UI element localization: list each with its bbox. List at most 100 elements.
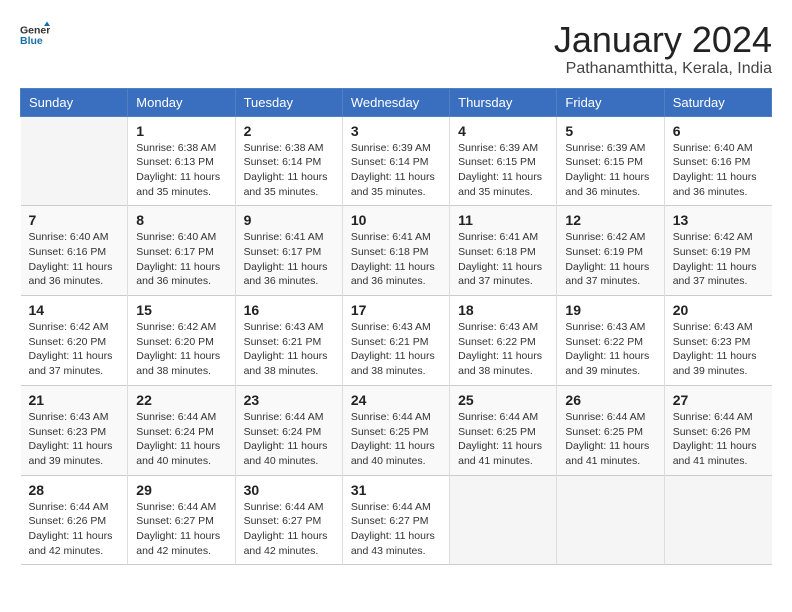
week-row-2: 7 Sunrise: 6:40 AM Sunset: 6:16 PM Daylig…	[21, 206, 772, 296]
calendar-cell: 7 Sunrise: 6:40 AM Sunset: 6:16 PM Daylig…	[21, 206, 128, 296]
day-number: 15	[136, 302, 226, 318]
day-number: 5	[565, 123, 655, 139]
day-info: Sunrise: 6:38 AM Sunset: 6:13 PM Dayligh…	[136, 141, 226, 200]
day-number: 4	[458, 123, 548, 139]
calendar-cell: 27 Sunrise: 6:44 AM Sunset: 6:26 PM Dayli…	[664, 385, 771, 475]
day-number: 25	[458, 392, 548, 408]
calendar-cell: 18 Sunrise: 6:43 AM Sunset: 6:22 PM Dayli…	[450, 296, 557, 386]
header-cell-monday: Monday	[128, 88, 235, 116]
logo-icon: General Blue	[20, 20, 50, 50]
day-number: 10	[351, 212, 441, 228]
day-number: 27	[673, 392, 764, 408]
day-number: 13	[673, 212, 764, 228]
header-cell-thursday: Thursday	[450, 88, 557, 116]
day-number: 9	[244, 212, 334, 228]
calendar-cell: 8 Sunrise: 6:40 AM Sunset: 6:17 PM Daylig…	[128, 206, 235, 296]
calendar-cell: 1Sunrise: 6:38 AM Sunset: 6:13 PM Daylig…	[128, 116, 235, 206]
day-number: 20	[673, 302, 764, 318]
day-number: 17	[351, 302, 441, 318]
day-number: 11	[458, 212, 548, 228]
day-info: Sunrise: 6:44 AM Sunset: 6:25 PM Dayligh…	[351, 410, 441, 469]
header-cell-friday: Friday	[557, 88, 664, 116]
header-cell-tuesday: Tuesday	[235, 88, 342, 116]
calendar-cell: 14 Sunrise: 6:42 AM Sunset: 6:20 PM Dayli…	[21, 296, 128, 386]
calendar-cell: 9 Sunrise: 6:41 AM Sunset: 6:17 PM Daylig…	[235, 206, 342, 296]
calendar-cell: 2 Sunrise: 6:38 AM Sunset: 6:14 PM Daylig…	[235, 116, 342, 206]
calendar-cell: 31 Sunrise: 6:44 AM Sunset: 6:27 PM Dayli…	[342, 475, 449, 565]
day-info: Sunrise: 6:43 AM Sunset: 6:23 PM Dayligh…	[673, 320, 764, 379]
day-info: Sunrise: 6:39 AM Sunset: 6:15 PM Dayligh…	[458, 141, 548, 200]
day-number: 2	[244, 123, 334, 139]
calendar-cell: 24 Sunrise: 6:44 AM Sunset: 6:25 PM Dayli…	[342, 385, 449, 475]
calendar-cell: 30Sunrise: 6:44 AM Sunset: 6:27 PM Dayli…	[235, 475, 342, 565]
day-number: 26	[565, 392, 655, 408]
day-info: Sunrise: 6:40 AM Sunset: 6:16 PM Dayligh…	[29, 230, 120, 289]
day-number: 14	[29, 302, 120, 318]
logo: General Blue	[20, 20, 50, 50]
day-info: Sunrise: 6:43 AM Sunset: 6:21 PM Dayligh…	[244, 320, 334, 379]
calendar-cell: 11 Sunrise: 6:41 AM Sunset: 6:18 PM Dayli…	[450, 206, 557, 296]
calendar-cell: 5Sunrise: 6:39 AM Sunset: 6:15 PM Daylig…	[557, 116, 664, 206]
calendar-cell: 26Sunrise: 6:44 AM Sunset: 6:25 PM Dayli…	[557, 385, 664, 475]
calendar-cell: 20 Sunrise: 6:43 AM Sunset: 6:23 PM Dayli…	[664, 296, 771, 386]
calendar-cell	[557, 475, 664, 565]
calendar-cell: 10Sunrise: 6:41 AM Sunset: 6:18 PM Dayli…	[342, 206, 449, 296]
day-info: Sunrise: 6:44 AM Sunset: 6:24 PM Dayligh…	[244, 410, 334, 469]
month-title: January 2024	[554, 20, 772, 60]
calendar-cell	[450, 475, 557, 565]
header-cell-wednesday: Wednesday	[342, 88, 449, 116]
header-cell-saturday: Saturday	[664, 88, 771, 116]
day-number: 6	[673, 123, 764, 139]
day-info: Sunrise: 6:40 AM Sunset: 6:16 PM Dayligh…	[673, 141, 764, 200]
calendar-cell: 4 Sunrise: 6:39 AM Sunset: 6:15 PM Daylig…	[450, 116, 557, 206]
day-info: Sunrise: 6:41 AM Sunset: 6:18 PM Dayligh…	[458, 230, 548, 289]
day-info: Sunrise: 6:41 AM Sunset: 6:17 PM Dayligh…	[244, 230, 334, 289]
day-info: Sunrise: 6:39 AM Sunset: 6:14 PM Dayligh…	[351, 141, 441, 200]
calendar-cell: 6 Sunrise: 6:40 AM Sunset: 6:16 PM Daylig…	[664, 116, 771, 206]
calendar-cell: 25 Sunrise: 6:44 AM Sunset: 6:25 PM Dayli…	[450, 385, 557, 475]
day-number: 21	[29, 392, 120, 408]
day-info: Sunrise: 6:44 AM Sunset: 6:27 PM Dayligh…	[244, 500, 334, 559]
calendar-cell: 29Sunrise: 6:44 AM Sunset: 6:27 PM Dayli…	[128, 475, 235, 565]
day-number: 18	[458, 302, 548, 318]
day-number: 7	[29, 212, 120, 228]
day-number: 24	[351, 392, 441, 408]
calendar-cell	[21, 116, 128, 206]
day-info: Sunrise: 6:42 AM Sunset: 6:19 PM Dayligh…	[565, 230, 655, 289]
day-number: 8	[136, 212, 226, 228]
week-row-3: 14 Sunrise: 6:42 AM Sunset: 6:20 PM Dayli…	[21, 296, 772, 386]
day-info: Sunrise: 6:43 AM Sunset: 6:23 PM Dayligh…	[29, 410, 120, 469]
day-number: 29	[136, 482, 226, 498]
day-number: 31	[351, 482, 441, 498]
day-info: Sunrise: 6:42 AM Sunset: 6:20 PM Dayligh…	[136, 320, 226, 379]
day-number: 22	[136, 392, 226, 408]
day-number: 19	[565, 302, 655, 318]
day-info: Sunrise: 6:44 AM Sunset: 6:27 PM Dayligh…	[351, 500, 441, 559]
calendar-header: SundayMondayTuesdayWednesdayThursdayFrid…	[21, 88, 772, 116]
calendar-cell: 12 Sunrise: 6:42 AM Sunset: 6:19 PM Dayli…	[557, 206, 664, 296]
day-info: Sunrise: 6:43 AM Sunset: 6:22 PM Dayligh…	[458, 320, 548, 379]
day-info: Sunrise: 6:42 AM Sunset: 6:19 PM Dayligh…	[673, 230, 764, 289]
calendar-cell: 28Sunrise: 6:44 AM Sunset: 6:26 PM Dayli…	[21, 475, 128, 565]
day-info: Sunrise: 6:44 AM Sunset: 6:26 PM Dayligh…	[673, 410, 764, 469]
page-header: General Blue January 2024 Pathanamthitta…	[20, 20, 772, 78]
day-info: Sunrise: 6:42 AM Sunset: 6:20 PM Dayligh…	[29, 320, 120, 379]
day-info: Sunrise: 6:44 AM Sunset: 6:25 PM Dayligh…	[458, 410, 548, 469]
calendar-cell: 15 Sunrise: 6:42 AM Sunset: 6:20 PM Dayli…	[128, 296, 235, 386]
day-info: Sunrise: 6:44 AM Sunset: 6:26 PM Dayligh…	[29, 500, 120, 559]
calendar-cell	[664, 475, 771, 565]
location-title: Pathanamthitta, Kerala, India	[554, 60, 772, 78]
day-number: 3	[351, 123, 441, 139]
calendar-cell: 22 Sunrise: 6:44 AM Sunset: 6:24 PM Dayli…	[128, 385, 235, 475]
day-info: Sunrise: 6:43 AM Sunset: 6:22 PM Dayligh…	[565, 320, 655, 379]
calendar-cell: 13 Sunrise: 6:42 AM Sunset: 6:19 PM Dayli…	[664, 206, 771, 296]
day-info: Sunrise: 6:38 AM Sunset: 6:14 PM Dayligh…	[244, 141, 334, 200]
week-row-4: 21 Sunrise: 6:43 AM Sunset: 6:23 PM Dayli…	[21, 385, 772, 475]
day-info: Sunrise: 6:40 AM Sunset: 6:17 PM Dayligh…	[136, 230, 226, 289]
day-number: 12	[565, 212, 655, 228]
calendar-cell: 3 Sunrise: 6:39 AM Sunset: 6:14 PM Daylig…	[342, 116, 449, 206]
day-info: Sunrise: 6:44 AM Sunset: 6:24 PM Dayligh…	[136, 410, 226, 469]
header-cell-sunday: Sunday	[21, 88, 128, 116]
title-area: January 2024 Pathanamthitta, Kerala, Ind…	[554, 20, 772, 78]
calendar-cell: 23Sunrise: 6:44 AM Sunset: 6:24 PM Dayli…	[235, 385, 342, 475]
